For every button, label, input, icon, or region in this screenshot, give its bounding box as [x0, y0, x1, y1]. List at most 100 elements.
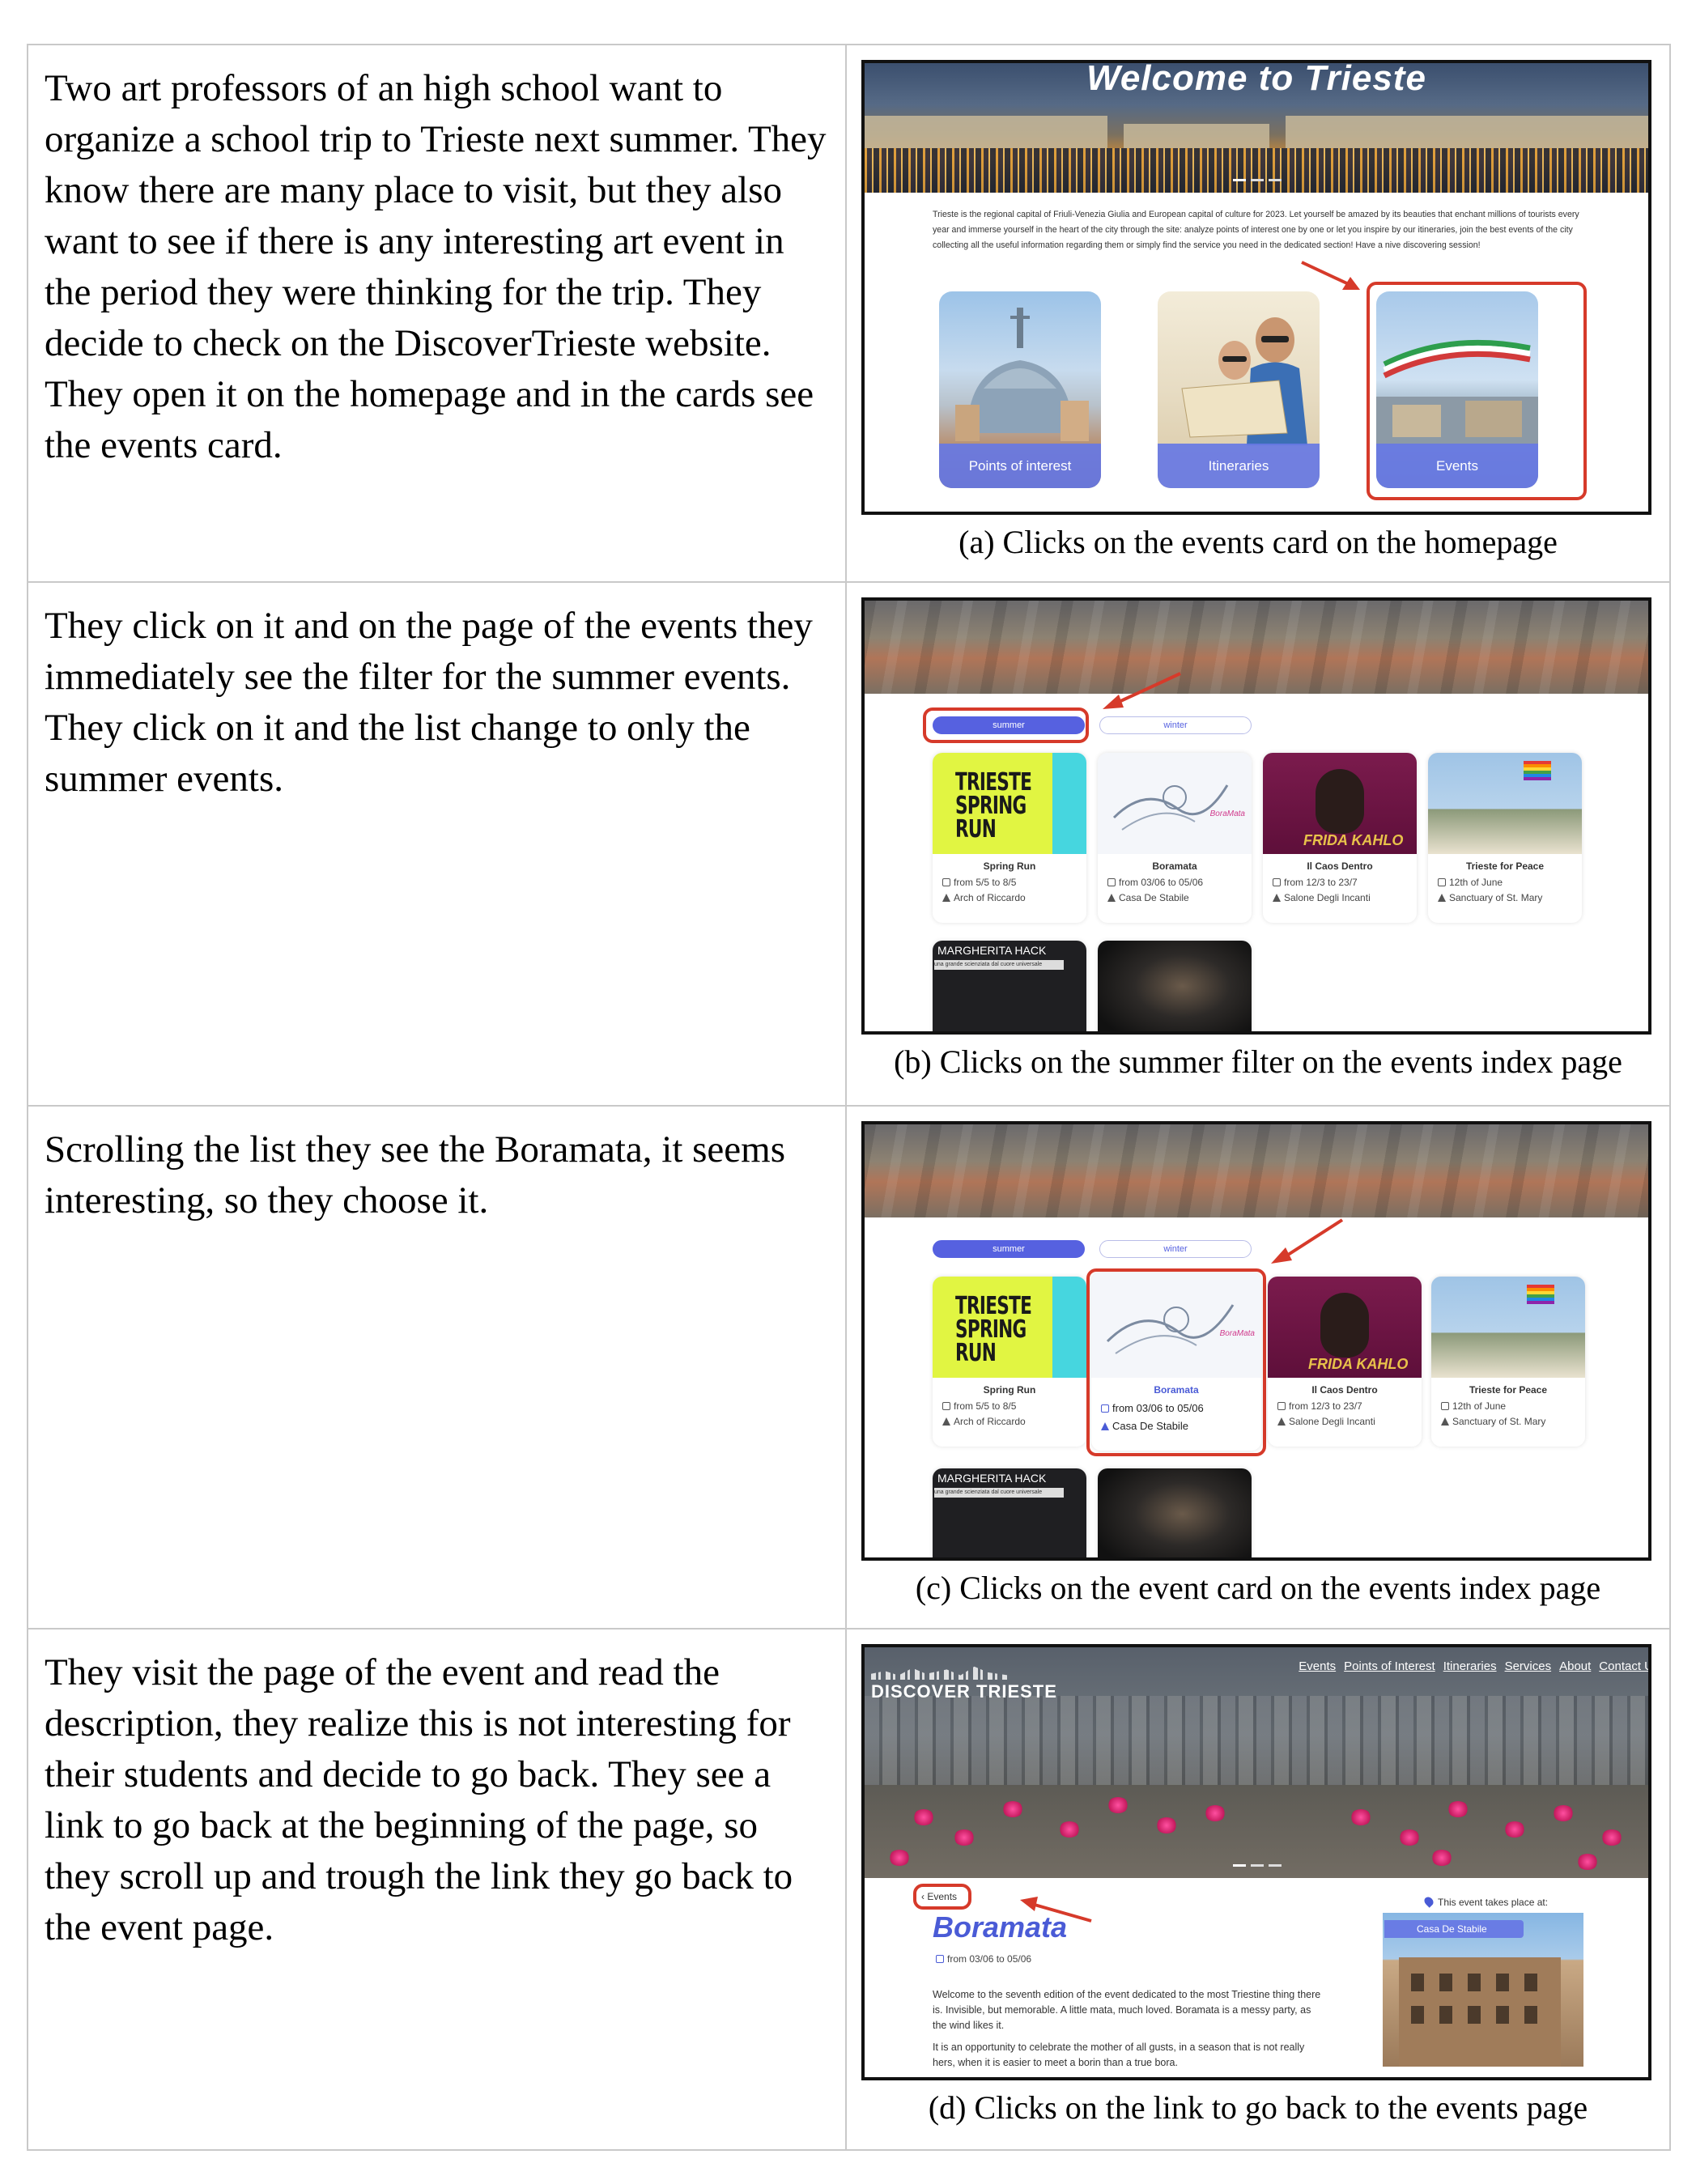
screenshot-cell: Welcome to Trieste Trieste is the region…: [845, 44, 1671, 583]
event-card[interactable]: Trieste for Peace 12th of June Sanctuary…: [1431, 1277, 1585, 1447]
calendar-icon: [1107, 878, 1116, 886]
map-pin-icon: [1422, 1895, 1435, 1908]
event-card[interactable]: MARGHERITA HACK una grande scienziata dal…: [933, 941, 1086, 1031]
scenario-row-b: They click on it and on the page of the …: [27, 581, 1671, 1107]
event-date: from 5/5 to 8/5: [942, 1400, 1016, 1412]
description-paragraph: It is an opportunity to celebrate the mo…: [933, 2042, 1305, 2068]
figure-caption: (a) Clicks on the events card on the hom…: [959, 524, 1558, 560]
event-date: from 03/06 to 05/06: [936, 1953, 1031, 1965]
event-card[interactable]: MARGHERITA HACK una grande scienziata dal…: [933, 1468, 1086, 1557]
event-date: from 12/3 to 23/7: [1277, 1400, 1362, 1412]
event-title: Boramata: [1152, 860, 1197, 872]
figure-caption: (b) Clicks on the summer filter on the e…: [894, 1043, 1622, 1080]
screenshot-cell: DISCOVER TRIESTE Events Points of Interes…: [845, 1628, 1671, 2151]
calendar-icon: [942, 878, 950, 886]
screenshot-cell: summer winter TRIESTE SPRING RUN Spring …: [845, 1105, 1671, 1630]
event-card[interactable]: Trieste for Peace 12th of June Sanctuary…: [1428, 753, 1582, 923]
scenario-row-a: Two art professors of an high school wan…: [27, 44, 1671, 583]
homepage-screenshot: Welcome to Trieste Trieste is the region…: [861, 60, 1651, 515]
poster-text: TRIESTE SPRING RUN: [955, 1292, 1032, 1367]
event-title: Il Caos Dentro: [1311, 1384, 1378, 1396]
event-poster: MARGHERITA HACK una grande scienziata dal…: [933, 941, 1086, 1031]
location-icon: [1441, 1417, 1449, 1426]
event-title: Trieste for Peace: [1465, 860, 1545, 872]
highlight-box: [1086, 1268, 1266, 1456]
scenario-table: Two art professors of an high school wan…: [27, 44, 1671, 2151]
rainbow-flag-icon: [1527, 1285, 1554, 1304]
events-index-screenshot: summer winter TRIESTE SPRING RUN Spring …: [861, 597, 1651, 1035]
calendar-icon: [936, 1955, 944, 1963]
event-poster: FRIDA KAHLO: [1268, 1277, 1422, 1378]
location-icon: [1277, 1417, 1286, 1426]
calendar-icon: [942, 1402, 950, 1410]
event-place: Salone Degli Incanti: [1273, 892, 1371, 903]
poster-text: FRIDA KAHLO: [1303, 832, 1404, 848]
description-paragraph: Welcome to the seventh edition of the ev…: [933, 1989, 1321, 2031]
story-cell: They visit the page of the event and rea…: [27, 1628, 847, 2151]
event-place: Arch of Riccardo: [942, 892, 1026, 903]
event-card[interactable]: TRIESTE SPRING RUN Spring Run from 5/5 t…: [933, 1277, 1086, 1447]
location-icon: [1107, 894, 1116, 902]
event-poster: [1098, 1468, 1252, 1557]
location-icon: [942, 894, 950, 902]
event-title: Boramata: [933, 1910, 1068, 1944]
event-place: Sanctuary of St. Mary: [1438, 892, 1542, 903]
event-date: from 5/5 to 8/5: [942, 877, 1016, 888]
location-icon: [1438, 894, 1446, 902]
event-title: Il Caos Dentro: [1307, 860, 1373, 872]
location-icon: [1273, 894, 1281, 902]
event-title: Trieste for Peace: [1469, 1384, 1548, 1396]
event-date: 12th of June: [1441, 1400, 1506, 1412]
story-cell: Two art professors of an high school wan…: [27, 44, 847, 583]
figure-caption: (c) Clicks on the event card on the even…: [915, 1570, 1601, 1606]
poster-text: MARGHERITA HACK: [937, 944, 1047, 957]
event-place: Salone Degli Incanti: [1277, 1416, 1375, 1427]
red-arrow-icon: [1301, 261, 1360, 290]
story-text: Scrolling the list they see the Boramata…: [45, 1128, 785, 1222]
calendar-icon: [1277, 1402, 1286, 1410]
event-poster: FRIDA KAHLO: [1263, 753, 1417, 854]
place-name-tag[interactable]: Casa De Stabile: [1384, 1920, 1524, 1938]
rainbow-flag-icon: [1524, 761, 1551, 780]
event-poster: [1431, 1277, 1585, 1378]
scenario-row-d: They visit the page of the event and rea…: [27, 1628, 1671, 2151]
event-place: Arch of Riccardo: [942, 1416, 1026, 1427]
scenario-row-c: Scrolling the list they see the Boramata…: [27, 1105, 1671, 1630]
calendar-icon: [1273, 878, 1281, 886]
event-card[interactable]: TRIESTE SPRING RUN Spring Run from 5/5 t…: [933, 753, 1086, 923]
event-poster: TRIESTE SPRING RUN: [933, 1277, 1086, 1378]
event-card[interactable]: [1098, 941, 1252, 1031]
poster-subtext: una grande scienziata dal cuore universa…: [934, 960, 1064, 970]
story-cell: Scrolling the list they see the Boramata…: [27, 1105, 847, 1630]
event-poster: MARGHERITA HACK una grande scienziata dal…: [933, 1468, 1086, 1557]
poster-text: BoraMata: [1209, 809, 1245, 818]
event-detail-screenshot: DISCOVER TRIESTE Events Points of Interes…: [861, 1644, 1651, 2080]
event-card[interactable]: FRIDA KAHLO Il Caos Dentro from 12/3 to …: [1268, 1277, 1422, 1447]
event-title: Spring Run: [983, 1384, 1036, 1396]
screenshot-cell: summer winter TRIESTE SPRING RUN Spring …: [845, 581, 1671, 1107]
poster-subtext: una grande scienziata dal cuore universa…: [934, 1488, 1064, 1498]
event-poster: TRIESTE SPRING RUN: [933, 753, 1086, 854]
calendar-icon: [1438, 878, 1446, 886]
event-card[interactable]: FRIDA KAHLO Il Caos Dentro from 12/3 to …: [1263, 753, 1417, 923]
event-poster: BoraMata: [1098, 753, 1252, 854]
event-card[interactable]: BoraMata Boramata from 03/06 to 05/06 Ca…: [1098, 753, 1252, 923]
event-poster: [1098, 941, 1252, 1031]
story-cell: They click on it and on the page of the …: [27, 581, 847, 1107]
story-text: They visit the page of the event and rea…: [45, 1651, 793, 1948]
place-label: This event takes place at:: [1422, 1895, 1548, 1908]
event-date: from 03/06 to 05/06: [1107, 877, 1203, 888]
event-poster: [1428, 753, 1582, 854]
location-icon: [942, 1417, 950, 1426]
story-text: They click on it and on the page of the …: [45, 605, 813, 800]
story-text: Two art professors of an high school wan…: [45, 67, 827, 466]
event-date: 12th of June: [1438, 877, 1503, 888]
events-index-screenshot: summer winter TRIESTE SPRING RUN Spring …: [861, 1121, 1651, 1561]
event-place: Casa De Stabile: [1107, 892, 1189, 903]
event-title: Spring Run: [983, 860, 1036, 872]
event-description: Welcome to the seventh edition of the ev…: [933, 1987, 1321, 2071]
event-date: from 12/3 to 23/7: [1273, 877, 1358, 888]
poster-text: TRIESTE SPRING RUN: [955, 768, 1032, 843]
event-card[interactable]: [1098, 1468, 1252, 1557]
figure-caption: (d) Clicks on the link to go back to the…: [928, 2089, 1588, 2126]
